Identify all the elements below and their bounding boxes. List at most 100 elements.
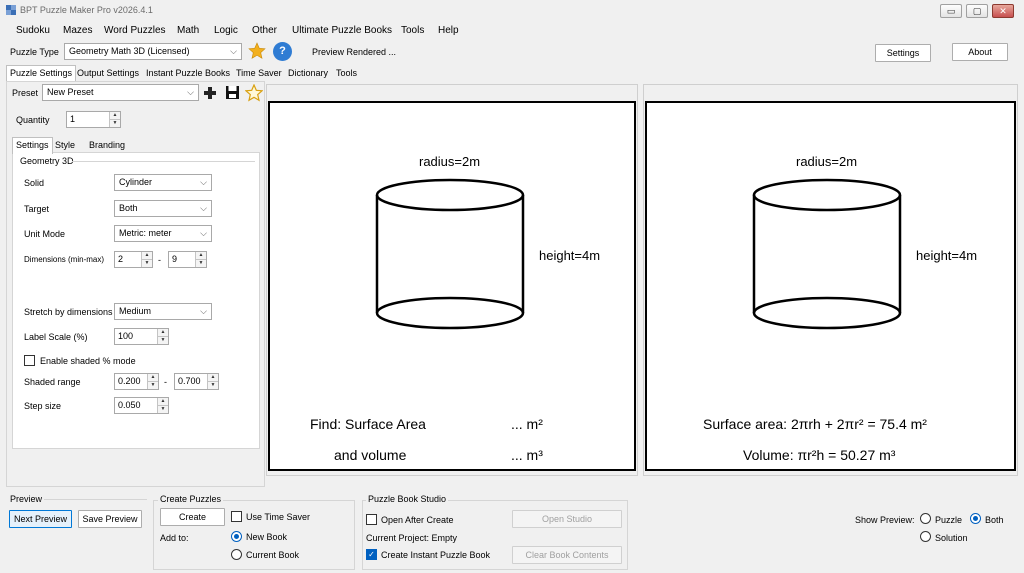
- step-size-label: Step size: [24, 401, 62, 411]
- label-scale-stepper[interactable]: 100 ▲ ▼: [114, 328, 169, 345]
- clear-book-contents-button[interactable]: Clear Book Contents: [512, 546, 622, 564]
- save-preview-button[interactable]: Save Preview: [78, 510, 142, 528]
- target-label: Target: [24, 204, 50, 214]
- show-solution-radio[interactable]: [920, 531, 931, 542]
- maximize-button[interactable]: ▢: [966, 4, 988, 18]
- spin-down-icon[interactable]: ▼: [158, 405, 168, 412]
- menu-other[interactable]: Other: [252, 25, 277, 36]
- unit-mode-select[interactable]: Metric: meter ⌵: [114, 225, 212, 242]
- spin-up-icon[interactable]: ▲: [158, 329, 168, 336]
- target-value: Both: [119, 203, 138, 213]
- show-puzzle-radio[interactable]: [920, 513, 931, 524]
- target-select[interactable]: Both ⌵: [114, 200, 212, 217]
- chevron-down-icon: ⌵: [230, 46, 237, 56]
- tab-output-settings[interactable]: Output Settings: [73, 65, 143, 81]
- spin-up-icon[interactable]: ▲: [158, 398, 168, 405]
- shaded-range-separator: -: [164, 377, 167, 387]
- open-studio-button[interactable]: Open Studio: [512, 510, 622, 528]
- settings-button[interactable]: Settings: [875, 44, 931, 62]
- menu-help[interactable]: Help: [438, 25, 459, 36]
- chevron-down-icon: ⌵: [200, 228, 207, 238]
- puzzle-question-line2: and volume: [334, 447, 407, 463]
- shaded-mode-checkbox[interactable]: [24, 355, 35, 366]
- use-time-saver-checkbox[interactable]: [231, 511, 242, 522]
- solution-surface-area-line: Surface area: 2πrh + 2πr² = 75.4 m²: [703, 416, 927, 432]
- show-solution-label: Solution: [935, 533, 968, 543]
- menu-word-puzzles[interactable]: Word Puzzles: [104, 25, 166, 36]
- tab-dictionary[interactable]: Dictionary: [284, 65, 332, 81]
- stretch-select[interactable]: Medium ⌵: [114, 303, 212, 320]
- solution-radius-label: radius=2m: [796, 154, 858, 169]
- show-both-radio[interactable]: [970, 513, 981, 524]
- quantity-label: Quantity: [16, 115, 50, 125]
- open-after-create-checkbox[interactable]: [366, 514, 377, 525]
- current-book-radio[interactable]: [231, 549, 242, 560]
- menu-mazes[interactable]: Mazes: [63, 25, 92, 36]
- preset-select[interactable]: New Preset ⌵: [42, 84, 199, 101]
- show-puzzle-label: Puzzle: [935, 515, 963, 525]
- favorite-star-icon[interactable]: [248, 42, 266, 60]
- puzzle-cylinder-figure: [375, 178, 525, 330]
- chevron-down-icon: ⌵: [187, 87, 194, 97]
- spin-up-icon[interactable]: ▲: [196, 252, 206, 259]
- solution-cylinder-figure: [752, 178, 902, 330]
- use-time-saver-label: Use Time Saver: [246, 512, 311, 522]
- spin-down-icon[interactable]: ▼: [208, 381, 218, 388]
- solid-select[interactable]: Cylinder ⌵: [114, 174, 212, 191]
- tab-time-saver[interactable]: Time Saver: [232, 65, 286, 81]
- geometry-group-title: Geometry 3D: [20, 156, 74, 166]
- spin-up-icon[interactable]: ▲: [142, 252, 152, 259]
- spin-up-icon[interactable]: ▲: [110, 112, 120, 119]
- about-button[interactable]: About: [952, 43, 1008, 61]
- label-scale-label: Label Scale (%): [24, 332, 88, 342]
- favorite-preset-star-icon[interactable]: [245, 84, 263, 102]
- menu-logic[interactable]: Logic: [214, 25, 238, 36]
- help-icon[interactable]: ?: [273, 42, 292, 61]
- spin-down-icon[interactable]: ▼: [196, 259, 206, 266]
- create-button[interactable]: Create: [160, 508, 225, 526]
- group-divider: [44, 499, 147, 500]
- app-logo-icon: [6, 5, 16, 15]
- dimensions-max-value: 9: [172, 254, 178, 264]
- create-instant-book-checkbox[interactable]: ✓: [366, 549, 377, 560]
- shaded-min-stepper[interactable]: 0.200 ▲ ▼: [114, 373, 159, 390]
- group-divider: [72, 161, 255, 162]
- menu-sudoku[interactable]: Sudoku: [16, 25, 50, 36]
- spin-up-icon[interactable]: ▲: [208, 374, 218, 381]
- new-book-radio[interactable]: [231, 531, 242, 542]
- add-preset-icon[interactable]: [203, 86, 217, 100]
- menu-ultimate-puzzle-books[interactable]: Ultimate Puzzle Books: [292, 25, 392, 36]
- spin-down-icon[interactable]: ▼: [148, 381, 158, 388]
- puzzle-height-label: height=4m: [539, 248, 601, 263]
- close-button[interactable]: ✕: [992, 4, 1014, 18]
- add-to-label: Add to:: [160, 533, 189, 543]
- tab-style[interactable]: Style: [51, 137, 79, 153]
- spin-down-icon[interactable]: ▼: [158, 336, 168, 343]
- spin-up-icon[interactable]: ▲: [148, 374, 158, 381]
- stretch-label: Stretch by dimensions: [24, 307, 113, 317]
- dimensions-min-stepper[interactable]: 2 ▲ ▼: [114, 251, 153, 268]
- unit-mode-value: Metric: meter: [119, 228, 172, 238]
- menu-math[interactable]: Math: [177, 25, 199, 36]
- next-preview-button[interactable]: Next Preview: [9, 510, 72, 528]
- puzzle-answer-blank-2: ... m³: [511, 447, 543, 463]
- tab-branding[interactable]: Branding: [85, 137, 129, 153]
- tab-instant-puzzle-books[interactable]: Instant Puzzle Books: [142, 65, 234, 81]
- quantity-stepper[interactable]: 1 ▲ ▼: [66, 111, 121, 128]
- spin-down-icon[interactable]: ▼: [142, 259, 152, 266]
- step-size-stepper[interactable]: 0.050 ▲ ▼: [114, 397, 169, 414]
- save-preset-icon[interactable]: [225, 85, 240, 100]
- tab-settings[interactable]: Settings: [12, 137, 53, 154]
- shaded-min-value: 0.200: [118, 376, 141, 386]
- tab-puzzle-settings[interactable]: Puzzle Settings: [6, 65, 77, 82]
- tab-tools[interactable]: Tools: [332, 65, 361, 81]
- puzzle-type-label: Puzzle Type: [10, 47, 59, 57]
- menu-tools[interactable]: Tools: [401, 25, 424, 36]
- dimensions-max-stepper[interactable]: 9 ▲ ▼: [168, 251, 207, 268]
- shaded-max-stepper[interactable]: 0.700 ▲ ▼: [174, 373, 219, 390]
- preset-label: Preset: [12, 88, 39, 98]
- puzzle-type-select[interactable]: Geometry Math 3D (Licensed) ⌵: [64, 43, 242, 60]
- preview-group-title: Preview: [10, 494, 43, 504]
- spin-down-icon[interactable]: ▼: [110, 119, 120, 126]
- minimize-button[interactable]: ▭: [940, 4, 962, 18]
